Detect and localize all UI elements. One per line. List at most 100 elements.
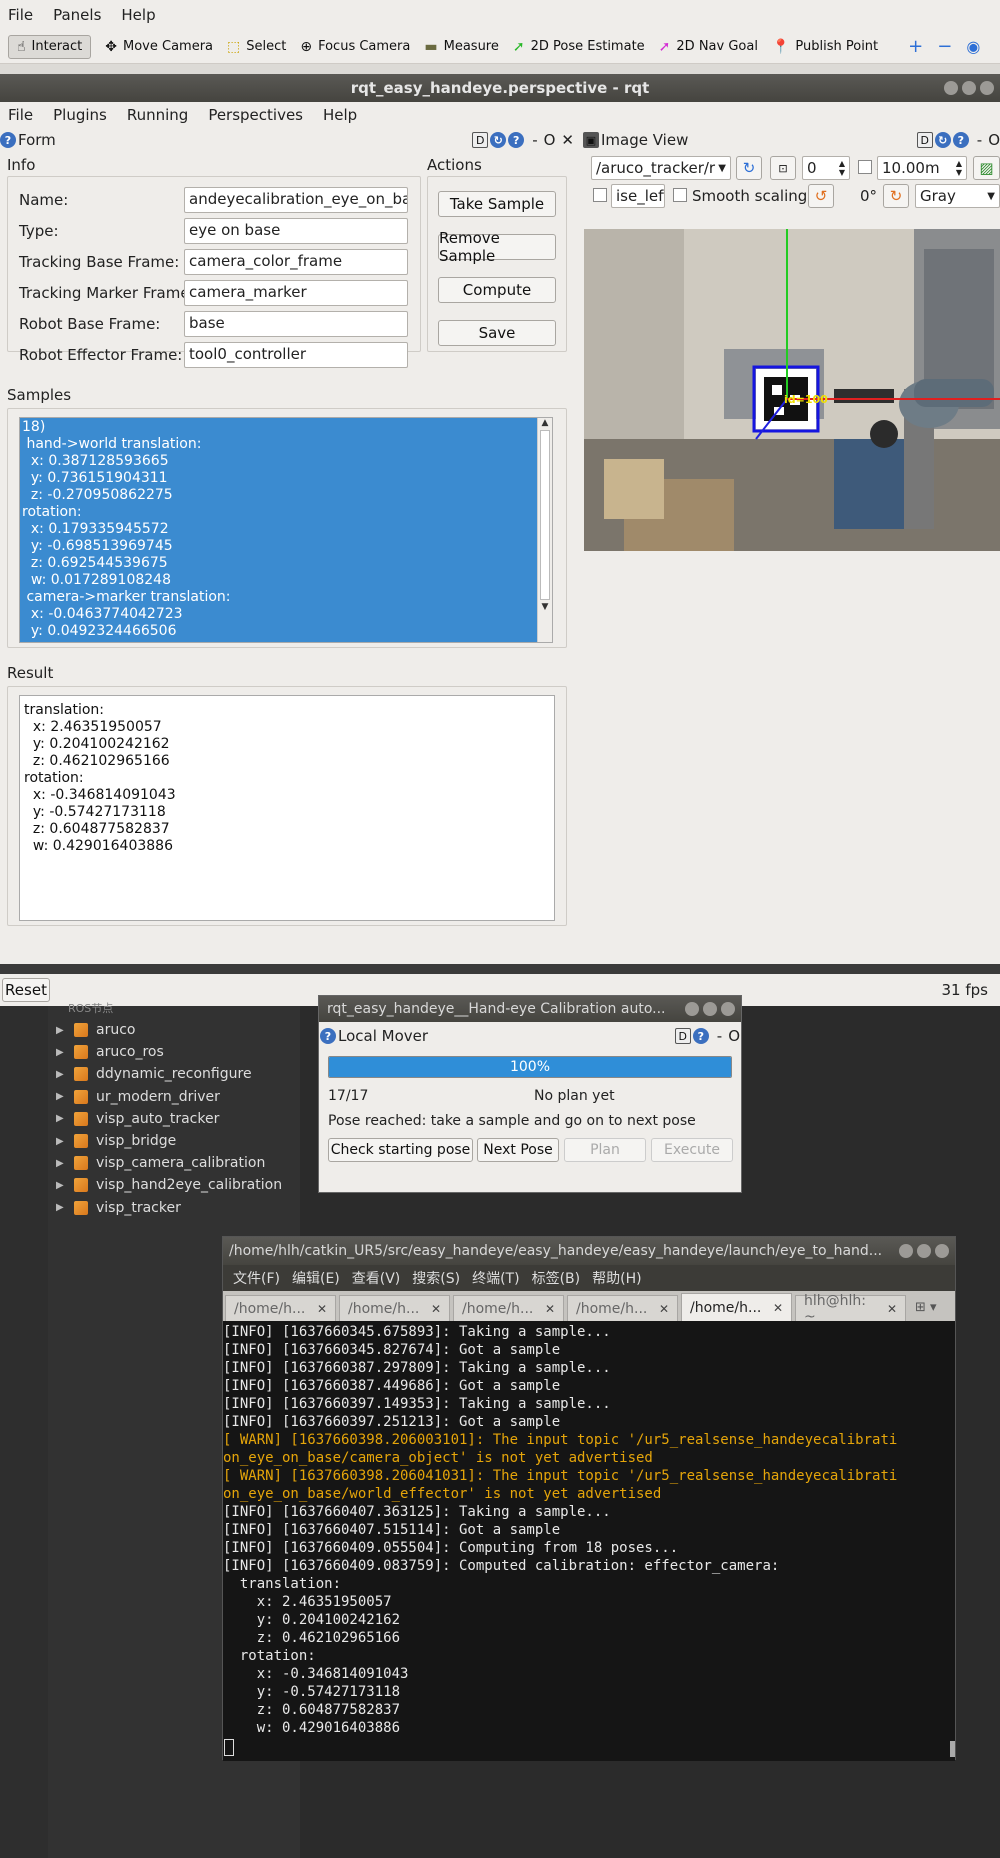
scroll-thumb[interactable] <box>540 430 550 600</box>
range-spin-box[interactable]: 10.00m ▲ ▼ <box>877 156 967 180</box>
rqt-menu-running[interactable]: Running <box>117 106 198 124</box>
result-text[interactable]: translation: x: 2.46351950057 y: 0.20410… <box>19 695 555 921</box>
tab-close-icon[interactable]: ✕ <box>773 1301 783 1315</box>
terminal-menu-item[interactable]: 终端(T) <box>472 1268 519 1288</box>
check-starting-pose-button[interactable]: Check starting pose <box>328 1138 473 1162</box>
terminal-menu-item[interactable]: 编辑(E) <box>292 1268 340 1288</box>
terminal-tab[interactable]: /home/h... ✕ <box>225 1295 336 1321</box>
terminal-tab[interactable]: /home/h... ✕ <box>453 1295 564 1321</box>
ros-package-item[interactable]: ▶ ddynamic_reconfigure <box>56 1063 252 1085</box>
tool-publish-point[interactable]: 📍 Publish Point <box>772 39 878 55</box>
expand-arrow-icon[interactable]: ▶ <box>56 1136 70 1147</box>
range-checkbox[interactable] <box>858 160 872 174</box>
tab-close-icon[interactable]: ✕ <box>659 1302 669 1316</box>
expand-arrow-icon[interactable]: ▶ <box>56 1047 70 1058</box>
reload-icon[interactable]: ↻ <box>490 132 507 148</box>
mover-d-button[interactable]: D <box>674 1028 691 1044</box>
view-options-button[interactable]: ◉ <box>966 37 980 56</box>
camera-image[interactable]: id=100 <box>584 229 1000 551</box>
terminal-tab[interactable]: hlh@hlh: ~ ✕ <box>795 1293 906 1325</box>
image-help-icon[interactable]: ? <box>952 132 969 148</box>
tool-pose-estimate[interactable]: ➚ 2D Pose Estimate <box>513 39 645 55</box>
save-image-button[interactable]: ▨ <box>973 156 1000 180</box>
ros-package-item[interactable]: ▶ visp_tracker <box>56 1197 181 1219</box>
rqt-menu-perspectives[interactable]: Perspectives <box>198 106 313 124</box>
samples-selected-item[interactable]: 18) hand->world translation: x: 0.387128… <box>20 418 538 642</box>
tab-close-icon[interactable]: ✕ <box>545 1302 555 1316</box>
smooth-scaling-checkbox[interactable] <box>673 188 687 202</box>
spin-arrows-icon[interactable]: ▲ ▼ <box>839 159 845 177</box>
tool-measure[interactable]: ▬ Measure <box>424 39 498 55</box>
rviz-menu-panels[interactable]: Panels <box>43 6 111 24</box>
zoom-1-button[interactable]: ⊡ <box>770 156 796 180</box>
terminal-menu-item[interactable]: 帮助(H) <box>592 1268 641 1288</box>
ros-package-item[interactable]: ▶ aruco_ros <box>56 1041 164 1063</box>
close-button[interactable] <box>980 81 994 95</box>
remove-tool-button[interactable]: − <box>937 36 952 57</box>
take-sample-button[interactable]: Take Sample <box>438 191 556 217</box>
mover-maximize-button[interactable] <box>703 1002 717 1016</box>
terminal-menu-item[interactable]: 搜索(S) <box>412 1268 460 1288</box>
help-button-icon[interactable]: ? <box>508 132 525 148</box>
new-tab-icon[interactable]: ⊞ ▾ <box>915 1300 937 1315</box>
refresh-topics-button[interactable]: ↻ <box>736 156 762 180</box>
compute-button[interactable]: Compute <box>438 277 556 303</box>
ros-package-item[interactable]: ▶ aruco <box>56 1019 135 1041</box>
info-field-input[interactable]: eye on base <box>184 218 408 244</box>
mover-dock-minimize-icon[interactable]: - <box>717 1027 722 1045</box>
range-arrows-icon[interactable]: ▲ ▼ <box>956 159 962 177</box>
expand-arrow-icon[interactable]: ▶ <box>56 1202 70 1213</box>
mover-help-button-icon[interactable]: ? <box>692 1028 709 1044</box>
expand-arrow-icon[interactable]: ▶ <box>56 1069 70 1080</box>
tool-select[interactable]: ⬚ Select <box>227 39 286 55</box>
image-dock-d-button[interactable]: D <box>916 132 933 148</box>
rotate-left-button[interactable]: ↺ <box>808 184 834 208</box>
terminal-tab[interactable]: /home/h... ✕ <box>567 1295 678 1321</box>
terminal-menu-item[interactable]: 文件(F) <box>233 1268 280 1288</box>
dock-d-button[interactable]: D <box>472 132 489 148</box>
terminal-output[interactable]: [INFO] [1637660345.675893]: Taking a sam… <box>223 1321 955 1761</box>
spin-box[interactable]: 0 ▲ ▼ <box>802 156 850 180</box>
terminal-maximize-button[interactable] <box>917 1244 931 1258</box>
save-button[interactable]: Save <box>438 320 556 346</box>
terminal-close-button[interactable] <box>935 1244 949 1258</box>
ros-package-item[interactable]: ▶ visp_hand2eye_calibration <box>56 1174 282 1196</box>
expand-arrow-icon[interactable]: ▶ <box>56 1180 70 1191</box>
info-field-input[interactable]: camera_marker <box>184 280 408 306</box>
rviz-menu-file[interactable]: File <box>0 6 43 24</box>
topic-select[interactable]: /aruco_tracker/r ▼ <box>591 156 731 180</box>
expand-arrow-icon[interactable]: ▶ <box>56 1113 70 1124</box>
mouse-left-checkbox[interactable] <box>593 188 607 202</box>
dock-float-icon[interactable]: O <box>544 131 556 149</box>
mouse-left-field[interactable]: ise_left <box>611 184 665 208</box>
image-reload-icon[interactable]: ↻ <box>934 132 951 148</box>
image-dock-float-icon[interactable]: O <box>988 131 1000 149</box>
terminal-menu-item[interactable]: 查看(V) <box>352 1268 401 1288</box>
rotate-right-button[interactable]: ↻ <box>883 184 909 208</box>
expand-arrow-icon[interactable]: ▶ <box>56 1091 70 1102</box>
remove-sample-button[interactable]: Remove Sample <box>438 229 556 265</box>
rqt-menu-help[interactable]: Help <box>313 106 367 124</box>
dock-minimize-icon[interactable]: - <box>532 131 537 149</box>
terminal-tab[interactable]: /home/h... ✕ <box>339 1295 450 1321</box>
samples-list[interactable]: 18) hand->world translation: x: 0.387128… <box>19 417 553 643</box>
terminal-tab-active[interactable]: /home/h... ✕ <box>681 1293 792 1321</box>
info-field-input[interactable]: base <box>184 311 408 337</box>
mover-minimize-button[interactable] <box>685 1002 699 1016</box>
tab-close-icon[interactable]: ✕ <box>887 1302 897 1316</box>
terminal-scrollbar[interactable] <box>950 1741 955 1757</box>
tool-focus-camera[interactable]: ⊕ Focus Camera <box>300 39 410 55</box>
terminal-minimize-button[interactable] <box>899 1244 913 1258</box>
mover-close-button[interactable] <box>721 1002 735 1016</box>
info-field-input[interactable]: camera_color_frame <box>184 249 408 275</box>
info-field-input[interactable]: andeyecalibration_eye_on_base/ <box>184 187 408 213</box>
rviz-menu-help[interactable]: Help <box>111 6 165 24</box>
tool-move-camera[interactable]: ✥ Move Camera <box>105 39 213 55</box>
samples-scrollbar[interactable]: ▲ ▼ <box>537 418 552 642</box>
rqt-menu-plugins[interactable]: Plugins <box>43 106 117 124</box>
image-dock-minimize-icon[interactable]: - <box>977 131 982 149</box>
minimize-button[interactable] <box>944 81 958 95</box>
maximize-button[interactable] <box>962 81 976 95</box>
scroll-up-icon[interactable]: ▲ <box>538 418 552 428</box>
add-tool-button[interactable]: + <box>908 36 923 57</box>
